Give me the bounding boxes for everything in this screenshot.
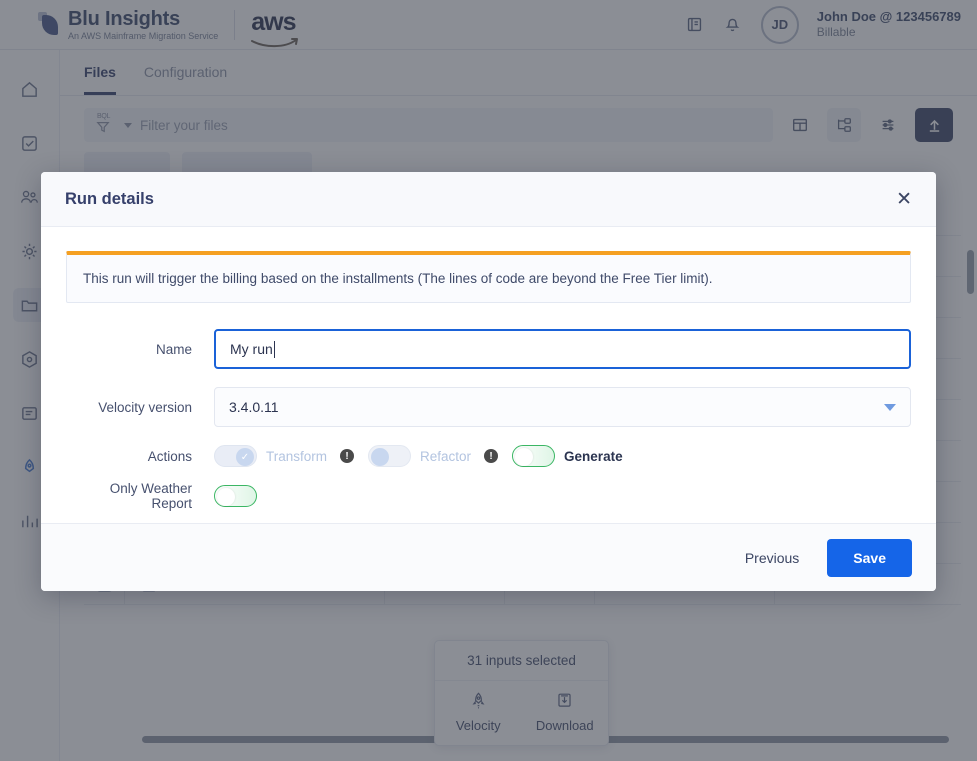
name-input-value: My run	[230, 341, 273, 357]
refactor-toggle	[368, 445, 412, 467]
name-field-row: Name My run	[66, 329, 911, 369]
generate-toggle-group: Generate	[512, 445, 623, 467]
chevron-down-icon[interactable]	[884, 403, 896, 411]
billing-warning-banner: This run will trigger the billing based …	[66, 251, 911, 303]
actions-label: Actions	[147, 448, 192, 464]
refactor-label: Refactor	[420, 448, 472, 464]
actions-row: Actions ✓ Transform ! Refactor ! Generat…	[66, 445, 911, 467]
info-icon[interactable]: !	[484, 449, 499, 463]
run-details-modal: Run details ✕ This run will trigger the …	[41, 172, 936, 591]
generate-toggle[interactable]	[512, 445, 556, 467]
transform-toggle: ✓	[214, 445, 257, 467]
velocity-version-label: Velocity version	[98, 399, 192, 415]
weather-report-toggle[interactable]	[214, 485, 257, 507]
velocity-version-select[interactable]: 3.4.0.11	[214, 387, 911, 427]
weather-report-label: Only Weather Report	[109, 481, 192, 511]
app-root: Blu Insights An AWS Mainframe Migration …	[0, 0, 977, 761]
close-icon[interactable]: ✕	[896, 190, 912, 209]
name-input[interactable]: My run	[214, 329, 911, 369]
generate-label: Generate	[564, 448, 623, 464]
velocity-version-row: Velocity version 3.4.0.11	[66, 387, 911, 427]
name-label: Name	[155, 341, 192, 357]
modal-body: This run will trigger the billing based …	[41, 227, 936, 523]
transform-toggle-group: ✓ Transform !	[214, 445, 358, 467]
billing-warning-text: This run will trigger the billing based …	[83, 271, 713, 286]
velocity-version-value: 3.4.0.11	[229, 399, 279, 415]
page-title: Run details	[65, 189, 154, 208]
info-icon[interactable]: !	[340, 449, 355, 463]
text-cursor	[273, 340, 275, 358]
save-button[interactable]: Save	[827, 538, 912, 577]
modal-header: Run details ✕	[41, 172, 936, 227]
modal-footer: Previous Save	[41, 523, 936, 591]
transform-label: Transform	[266, 448, 328, 464]
refactor-toggle-group: Refactor !	[368, 445, 502, 467]
previous-button[interactable]: Previous	[731, 540, 813, 576]
weather-report-row: Only Weather Report	[66, 481, 911, 511]
